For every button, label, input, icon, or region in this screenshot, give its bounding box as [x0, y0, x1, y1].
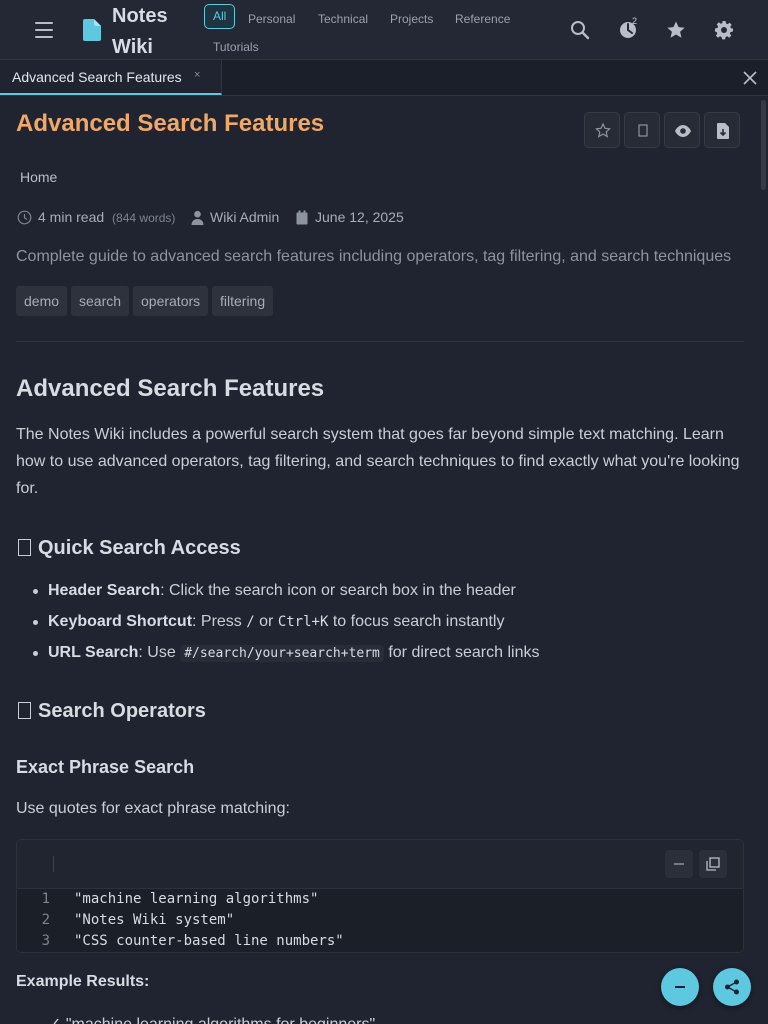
code-line: 2 "Notes Wiki system"	[17, 910, 743, 931]
eye-icon	[675, 125, 691, 137]
focus-mode-button[interactable]	[664, 112, 700, 148]
tag-search[interactable]: search	[71, 286, 130, 316]
list-item: ✓ "machine learning algorithms for begin…	[48, 1014, 375, 1024]
line-number: 2	[41, 912, 50, 928]
minus-icon	[674, 863, 684, 865]
close-icon[interactable]	[741, 69, 759, 87]
section-title: Search Operators	[38, 700, 206, 722]
list-item-text: : Use	[138, 644, 181, 661]
bookmark-star-button[interactable]	[584, 112, 620, 148]
intro-paragraph: The Notes Wiki includes a powerful searc…	[16, 426, 740, 497]
document-icon	[83, 19, 101, 41]
code-text: "CSS counter-based line numbers"	[74, 933, 344, 949]
minus-icon	[675, 986, 685, 988]
star-outline-icon	[595, 122, 611, 138]
download-icon	[717, 123, 729, 139]
nav-tab-tutorials[interactable]: Tutorials	[205, 36, 267, 59]
page-description: Complete guide to advanced search featur…	[16, 248, 732, 265]
author: Wiki Admin	[210, 209, 280, 225]
nav-tab-personal[interactable]: Personal	[240, 8, 303, 31]
code-block: 1 "machine learning algorithms" 2 "Notes…	[16, 839, 744, 953]
read-time: 4 min read (844 words)	[38, 209, 175, 225]
paragraph: Use quotes for exact phrase matching:	[16, 800, 290, 817]
list-item-label: Header Search	[48, 582, 161, 599]
list-item-text: : Press	[192, 613, 247, 630]
line-number: 1	[41, 891, 50, 907]
gear-icon[interactable]	[710, 16, 738, 44]
app-header: Notes Wiki All Personal Technical Projec…	[0, 0, 768, 60]
collapse-code-button[interactable]	[665, 850, 693, 878]
list-item-text: : Click the search icon or search box in…	[160, 582, 516, 599]
section-heading-quick-search: Quick Search Access	[16, 537, 241, 560]
list-item-text: to focus search instantly	[328, 613, 505, 630]
list-item: Header Search: Click the search icon or …	[33, 582, 516, 600]
share-icon	[725, 979, 739, 995]
nav-tab-technical[interactable]: Technical	[310, 8, 376, 31]
copy-icon	[706, 857, 720, 871]
code-text: "machine learning algorithms"	[74, 891, 319, 907]
inline-code: /	[246, 614, 255, 630]
nav-tab-reference[interactable]: Reference	[447, 8, 518, 31]
list-item-label: Keyboard Shortcut	[48, 613, 193, 630]
tab-close-icon[interactable]: ×	[194, 69, 200, 81]
tab-bar: Advanced Search Features ×	[0, 60, 768, 96]
section-title: Quick Search Access	[38, 537, 241, 559]
zoom-out-button[interactable]	[661, 968, 699, 1006]
line-number: 3	[41, 933, 50, 949]
list-item: URL Search: Use #/search/your+search+ter…	[32, 644, 540, 662]
star-icon[interactable]	[662, 16, 690, 44]
user-icon	[191, 210, 204, 225]
tab-advanced-search[interactable]: Advanced Search Features ×	[0, 60, 222, 95]
emoji-placeholder-icon	[18, 539, 31, 556]
code-toolbar	[17, 840, 743, 889]
nav-tab-projects[interactable]: Projects	[382, 8, 441, 31]
code-line: 3 "CSS counter-based line numbers"	[17, 931, 743, 952]
inline-code: Ctrl+K	[277, 614, 329, 630]
clock-icon	[17, 210, 32, 225]
breadcrumb-home[interactable]: Home	[20, 169, 57, 185]
app-title: Notes Wiki	[112, 5, 168, 58]
nav-tab-all[interactable]: All	[204, 4, 236, 29]
tag-filtering[interactable]: filtering	[212, 286, 274, 316]
subsection-heading: Exact Phrase Search	[16, 757, 195, 777]
example-results-heading: Example Results:	[16, 973, 150, 990]
list-item: Keyboard Shortcut: Press / or Ctrl+K to …	[32, 613, 505, 631]
calendar-icon	[296, 210, 308, 225]
tab-label: Advanced Search Features	[12, 69, 182, 85]
timer-badge: 2	[632, 16, 638, 26]
scrollbar[interactable]	[760, 96, 768, 1024]
emoji-placeholder-icon	[18, 702, 31, 719]
bookmark-icon	[638, 124, 648, 137]
publish-date: June 12, 2025	[315, 209, 404, 225]
export-button[interactable]	[704, 112, 740, 148]
code-line: 1 "machine learning algorithms"	[17, 889, 743, 910]
toolbar-separator	[53, 856, 54, 872]
list-item-text: or	[254, 613, 278, 630]
divider	[16, 341, 744, 342]
share-button[interactable]	[713, 968, 751, 1006]
menu-icon[interactable]	[32, 19, 56, 41]
bookmark-button[interactable]	[624, 112, 660, 148]
inline-code: #/search/your+search+term	[180, 645, 384, 662]
list-item-text: for direct search links	[383, 644, 540, 661]
list-item-label: URL Search	[48, 644, 139, 661]
tag-operators[interactable]: operators	[133, 286, 209, 316]
timer-icon[interactable]: 2	[614, 16, 642, 44]
scrollbar-thumb[interactable]	[761, 100, 766, 190]
content-heading: Advanced Search Features	[16, 375, 325, 402]
page-title: Advanced Search Features	[16, 110, 325, 137]
search-icon[interactable]	[566, 16, 594, 44]
word-count: (844 words)	[112, 211, 176, 225]
read-time-text: 4 min read	[38, 209, 105, 225]
code-text: "Notes Wiki system"	[74, 912, 235, 928]
tag-demo[interactable]: demo	[16, 286, 68, 316]
copy-code-button[interactable]	[699, 850, 727, 878]
section-heading-operators: Search Operators	[16, 700, 206, 723]
